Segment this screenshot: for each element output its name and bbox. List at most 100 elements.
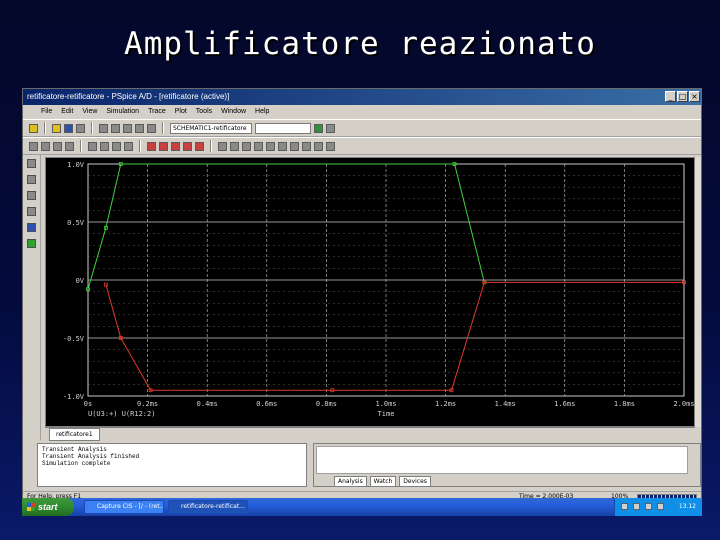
tab-watch[interactable]: Watch <box>369 476 397 487</box>
legend: U(U3:+) U(R12:2) <box>88 410 155 418</box>
run-icon[interactable] <box>314 123 323 133</box>
start-label: start <box>38 502 58 512</box>
cursor-peak-icon[interactable] <box>218 141 227 151</box>
secondary-select[interactable] <box>255 122 311 134</box>
performance-icon[interactable] <box>112 141 121 151</box>
power-marker-icon[interactable] <box>27 207 36 216</box>
minimize-button[interactable]: _ <box>665 91 676 102</box>
menu-edit[interactable]: Edit <box>61 105 73 119</box>
cursor-trough-icon[interactable] <box>230 141 239 151</box>
voltage-marker-icon[interactable] <box>27 175 36 184</box>
slide-title: Amplificatore reazionato <box>124 26 596 62</box>
panel-tabs: Analysis Watch Devices <box>334 476 432 487</box>
log-x-icon[interactable] <box>88 141 97 151</box>
windows-logo-icon <box>27 503 35 511</box>
zoom-in-icon[interactable] <box>29 141 38 151</box>
output-window-icon[interactable] <box>27 223 36 232</box>
menu-trace[interactable]: Trace <box>148 105 166 119</box>
zoom-area-icon[interactable] <box>53 141 62 151</box>
simulation-status-panel: Analysis Watch Devices <box>313 443 701 487</box>
menu-help[interactable]: Help <box>255 105 269 119</box>
tray-icon[interactable] <box>621 503 628 510</box>
x-axis-label: Time <box>378 410 395 418</box>
start-button[interactable]: start <box>22 498 74 516</box>
log-line: Simulation complete <box>42 460 111 467</box>
cut-icon[interactable] <box>99 123 108 133</box>
mark-data-icon[interactable] <box>326 141 335 151</box>
menu-tools[interactable]: Tools <box>196 105 212 119</box>
toolbar-separator <box>162 122 164 134</box>
plot-scrollbar[interactable] <box>695 157 701 427</box>
log-y-icon[interactable] <box>124 141 133 151</box>
paste-icon[interactable] <box>123 123 132 133</box>
tab-retificatore1[interactable]: retificatore1 <box>49 428 100 441</box>
save-icon[interactable] <box>64 123 73 133</box>
cursor-search-icon[interactable] <box>290 141 299 151</box>
maximize-button[interactable]: □ <box>677 91 688 102</box>
toolbar-separator <box>80 140 82 152</box>
cursor-icon[interactable] <box>171 141 180 151</box>
open-icon[interactable] <box>52 123 61 133</box>
probe-plot[interactable]: 1.0V 0.5V 0V -0.5V -1.0V 0s 0.2ms 0.4ms 0.6ms 0.8… <box>45 157 695 427</box>
menu-plot[interactable]: Plot <box>175 105 187 119</box>
simulation-status-icon[interactable] <box>27 239 36 248</box>
toolbar-separator <box>210 140 212 152</box>
x-tick-label: 1.2ms <box>435 400 456 408</box>
new-icon[interactable] <box>29 123 38 133</box>
simulation-profile-select[interactable]: SCHEMATIC1-retificatore <box>170 122 252 134</box>
tray-icon[interactable] <box>633 503 640 510</box>
zoom-out-icon[interactable] <box>41 141 50 151</box>
x-tick-label: 0.4ms <box>197 400 218 408</box>
current-marker-icon[interactable] <box>27 191 36 200</box>
probe-icon[interactable] <box>27 159 36 168</box>
menu-simulation[interactable]: Simulation <box>106 105 139 119</box>
y-tick-label: -1.0V <box>63 393 85 401</box>
add-trace-icon[interactable] <box>147 141 156 151</box>
fourier-icon[interactable] <box>100 141 109 151</box>
clock: 13.12 <box>678 503 696 510</box>
document-tabs: retificatore1 <box>45 427 695 441</box>
status-grid <box>316 446 688 474</box>
left-toolbar <box>23 155 41 440</box>
tab-devices[interactable]: Devices <box>399 476 431 487</box>
print-icon[interactable] <box>76 123 85 133</box>
marker-icon[interactable] <box>183 141 192 151</box>
x-tick-label: 1.0ms <box>375 400 396 408</box>
x-tick-label: 1.4ms <box>495 400 516 408</box>
task-pspice[interactable]: retificatore-retificat... <box>168 500 248 514</box>
menu-file[interactable]: File <box>41 105 52 119</box>
menu-view[interactable]: View <box>82 105 97 119</box>
toolbar-separator <box>91 122 93 134</box>
cursor-slope-icon[interactable] <box>242 141 251 151</box>
zoom-fit-icon[interactable] <box>65 141 74 151</box>
mark-label-icon[interactable] <box>314 141 323 151</box>
copy-icon[interactable] <box>111 123 120 133</box>
log-line: Transient Analysis <box>42 446 107 453</box>
label-icon[interactable] <box>195 141 204 151</box>
cursor-next-icon[interactable] <box>302 141 311 151</box>
task-capture[interactable]: Capture CIS - [/ - (ret... <box>84 500 164 514</box>
menu-window[interactable]: Window <box>221 105 246 119</box>
toolbar-separator <box>139 140 141 152</box>
x-tick-label: 0s <box>84 400 92 408</box>
menubar: File Edit View Simulation Trace Plot Too… <box>23 105 701 119</box>
series-line <box>105 281 684 391</box>
pause-icon[interactable] <box>326 123 335 133</box>
tray-icon[interactable] <box>645 503 652 510</box>
cursor-point-icon[interactable] <box>278 141 287 151</box>
cursor-max-icon[interactable] <box>266 141 275 151</box>
tab-analysis[interactable]: Analysis <box>334 476 367 487</box>
waveform-chart: 1.0V 0.5V 0V -0.5V -1.0V0s 0.2ms 0.4ms 0.6ms 0.8… <box>63 161 694 418</box>
redo-icon[interactable] <box>147 123 156 133</box>
close-button[interactable]: × <box>689 91 700 102</box>
taskbar: start Capture CIS - [/ - (ret... retific… <box>22 498 702 516</box>
toolbar-separator <box>44 122 46 134</box>
tray-icon[interactable] <box>657 503 664 510</box>
window-titlebar: retificatore-retificatore - PSpice A/D -… <box>23 89 701 105</box>
cursor-min-icon[interactable] <box>254 141 263 151</box>
eval-goal-icon[interactable] <box>159 141 168 151</box>
toolbar-main: SCHEMATIC1-retificatore <box>23 119 701 137</box>
x-tick-label: 0.6ms <box>256 400 277 408</box>
undo-icon[interactable] <box>135 123 144 133</box>
log-line: Transient Analysis finished <box>42 453 140 460</box>
